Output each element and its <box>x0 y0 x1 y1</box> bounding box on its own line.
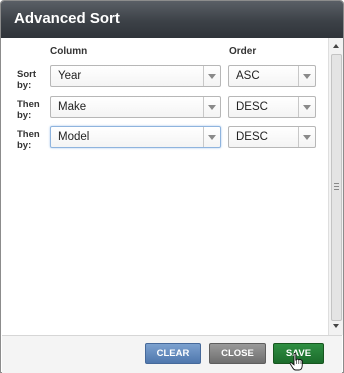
sort-by-label: Sort by: <box>17 69 36 91</box>
then-by-label-2-line2: by: <box>17 140 32 151</box>
grip-icon <box>334 183 339 190</box>
chevron-down-icon[interactable] <box>203 127 220 147</box>
then-by-label-1-line2: by: <box>17 110 32 121</box>
hand-cursor-icon <box>289 353 303 371</box>
sort-column-select-1[interactable]: Year <box>50 65 221 87</box>
sort-column-select-2[interactable]: Make <box>50 96 221 118</box>
dialog-titlebar: Advanced Sort <box>1 1 343 38</box>
sort-column-select-3[interactable]: Model <box>50 126 221 148</box>
scroll-up-arrow-icon[interactable] <box>329 40 343 54</box>
dialog-title: Advanced Sort <box>14 10 120 27</box>
scroll-down-arrow-icon[interactable] <box>329 319 343 333</box>
sort-order-select-2[interactable]: DESC <box>228 96 316 118</box>
chevron-down-icon[interactable] <box>298 127 315 147</box>
chevron-down-icon[interactable] <box>298 97 315 117</box>
sort-by-label-line1: Sort <box>17 69 36 80</box>
column-header: Column <box>50 46 88 57</box>
sort-column-value-1: Year <box>58 70 82 82</box>
chevron-down-icon[interactable] <box>298 66 315 86</box>
vertical-scrollbar[interactable] <box>328 38 343 335</box>
chevron-down-icon[interactable] <box>203 66 220 86</box>
clear-button[interactable]: CLEAR <box>145 343 201 364</box>
then-by-label-2-line1: Then <box>17 129 40 140</box>
sort-column-value-3: Model <box>58 131 90 143</box>
advanced-sort-dialog: Advanced Sort Column Order Sort by: Year… <box>0 0 344 373</box>
close-button[interactable]: CLOSE <box>209 343 266 364</box>
then-by-label-1: Then by: <box>17 99 40 121</box>
sort-order-value-1: ASC <box>236 70 260 82</box>
then-by-label-2: Then by: <box>17 129 40 151</box>
sort-order-select-1[interactable]: ASC <box>228 65 316 87</box>
scrollbar-thumb[interactable] <box>331 54 342 321</box>
order-header: Order <box>229 46 257 57</box>
sort-order-value-3: DESC <box>236 131 268 143</box>
sort-order-value-2: DESC <box>236 101 268 113</box>
sort-by-label-line2: by: <box>17 80 32 91</box>
then-by-label-1-line1: Then <box>17 99 40 110</box>
sort-order-select-3[interactable]: DESC <box>228 126 316 148</box>
chevron-down-icon[interactable] <box>203 97 220 117</box>
sort-column-value-2: Make <box>58 101 87 113</box>
sort-form: Column Order Sort by: Year ASC Then by: … <box>2 38 328 335</box>
